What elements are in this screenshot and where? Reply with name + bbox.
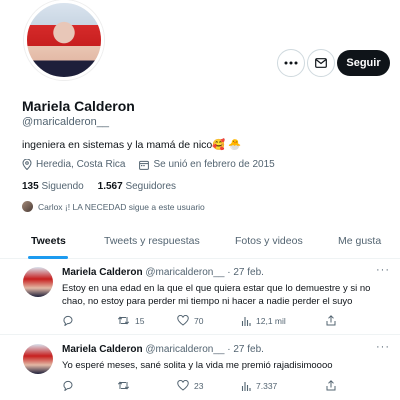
profile-meta: Heredia, Costa Rica Se unió en febrero d…	[22, 159, 275, 170]
follow-button[interactable]: Seguir	[337, 50, 390, 76]
followers-label: Seguidores	[125, 181, 177, 192]
joined-text: Se unió en febrero de 2015	[153, 159, 275, 170]
share-button[interactable]	[326, 380, 336, 391]
tweet-text-line: Estoy en una edad en la que el que quier…	[62, 283, 371, 294]
tweet-text: Estoy en una edad en la que el que quier…	[62, 282, 392, 308]
active-tab-indicator	[28, 256, 68, 259]
like-count: 23	[194, 380, 204, 391]
profile-handle: @maricalderon__	[22, 116, 109, 128]
tweet-avatar[interactable]	[23, 344, 53, 374]
followed-by[interactable]: Carlox ¡! LA NECEDAD sigue a este usuari…	[22, 201, 205, 212]
calendar-icon	[139, 160, 150, 170]
like-button[interactable]: 70	[177, 315, 241, 326]
retweet-button[interactable]	[117, 380, 177, 391]
views-button[interactable]: 12,1 mil	[241, 316, 326, 326]
more-button[interactable]	[277, 49, 305, 77]
tab-tweets-replies[interactable]: Tweets y respuestas	[104, 235, 200, 247]
followers-count: 1.567	[97, 181, 123, 192]
retweet-icon	[117, 316, 130, 325]
following-label: Siguendo	[41, 181, 84, 192]
retweet-count: 15	[135, 315, 145, 326]
retweet-icon	[117, 381, 130, 390]
location-icon	[22, 159, 32, 170]
tweet-text-line: Yo esperé meses, sané solita y la vida m…	[62, 360, 333, 371]
followed-by-text: Carlox ¡! LA NECEDAD sigue a este usuari…	[38, 201, 205, 212]
tweet-more-icon[interactable]: ···	[376, 341, 390, 353]
tab-media[interactable]: Fotos y videos	[235, 235, 303, 247]
mail-icon	[315, 58, 327, 68]
reply-icon	[63, 380, 73, 391]
heart-icon	[177, 380, 189, 391]
tweet-actions: 15 70 12,1 mil	[62, 315, 392, 326]
views-count: 7.337	[256, 380, 278, 391]
reply-icon	[63, 315, 73, 326]
views-icon	[241, 316, 251, 326]
tweet-text-line: chao, no estoy para perder mi tiempo ni …	[62, 296, 353, 307]
retweet-button[interactable]: 15	[117, 315, 177, 326]
tweet-date[interactable]: · 27 feb.	[227, 344, 264, 355]
reply-button[interactable]	[62, 315, 117, 326]
profile-name: Mariela Calderon	[22, 98, 135, 114]
tweet-more-icon[interactable]: ···	[376, 264, 390, 276]
like-count: 70	[194, 315, 204, 326]
share-icon	[326, 315, 336, 326]
profile-bio: ingeniera en sistemas y la mamá de nico🥰…	[22, 139, 242, 151]
tweet-author-handle[interactable]: @maricalderon__	[145, 267, 224, 278]
message-button[interactable]	[307, 49, 335, 77]
share-icon	[326, 380, 336, 391]
profile-avatar[interactable]	[24, 0, 104, 80]
tab-tweets[interactable]: Tweets	[31, 235, 66, 247]
tweet-text: Yo esperé meses, sané solita y la vida m…	[62, 359, 392, 372]
tweet-actions: 23 7.337	[62, 380, 392, 391]
heart-icon	[177, 315, 189, 326]
tweet-author-handle[interactable]: @maricalderon__	[145, 344, 224, 355]
tweet-header: Mariela Calderon @maricalderon__ · 27 fe…	[62, 344, 264, 355]
tweet-divider	[0, 334, 400, 335]
like-button[interactable]: 23	[177, 380, 241, 391]
tweet-author-name[interactable]: Mariela Calderon	[62, 344, 143, 355]
share-button[interactable]	[326, 315, 336, 326]
tweet-header: Mariela Calderon @maricalderon__ · 27 fe…	[62, 267, 264, 278]
location-text: Heredia, Costa Rica	[36, 159, 126, 170]
tweet-date[interactable]: · 27 feb.	[227, 267, 264, 278]
following-count: 135	[22, 181, 39, 192]
tab-likes[interactable]: Me gusta	[338, 235, 381, 247]
profile-stats: 135 Siguendo 1.567 Seguidores	[22, 181, 176, 192]
tweet-avatar[interactable]	[23, 267, 53, 297]
tweet-author-name[interactable]: Mariela Calderon	[62, 267, 143, 278]
more-icon	[284, 61, 298, 65]
views-count: 12,1 mil	[256, 315, 286, 326]
views-icon	[241, 381, 251, 391]
reply-button[interactable]	[62, 380, 117, 391]
following-link[interactable]: 135 Siguendo	[22, 181, 84, 192]
profile-tabs: Tweets Tweets y respuestas Fotos y video…	[0, 228, 400, 259]
followers-link[interactable]: 1.567 Seguidores	[98, 181, 176, 192]
views-button[interactable]: 7.337	[241, 381, 326, 391]
follower-avatar	[22, 201, 33, 212]
